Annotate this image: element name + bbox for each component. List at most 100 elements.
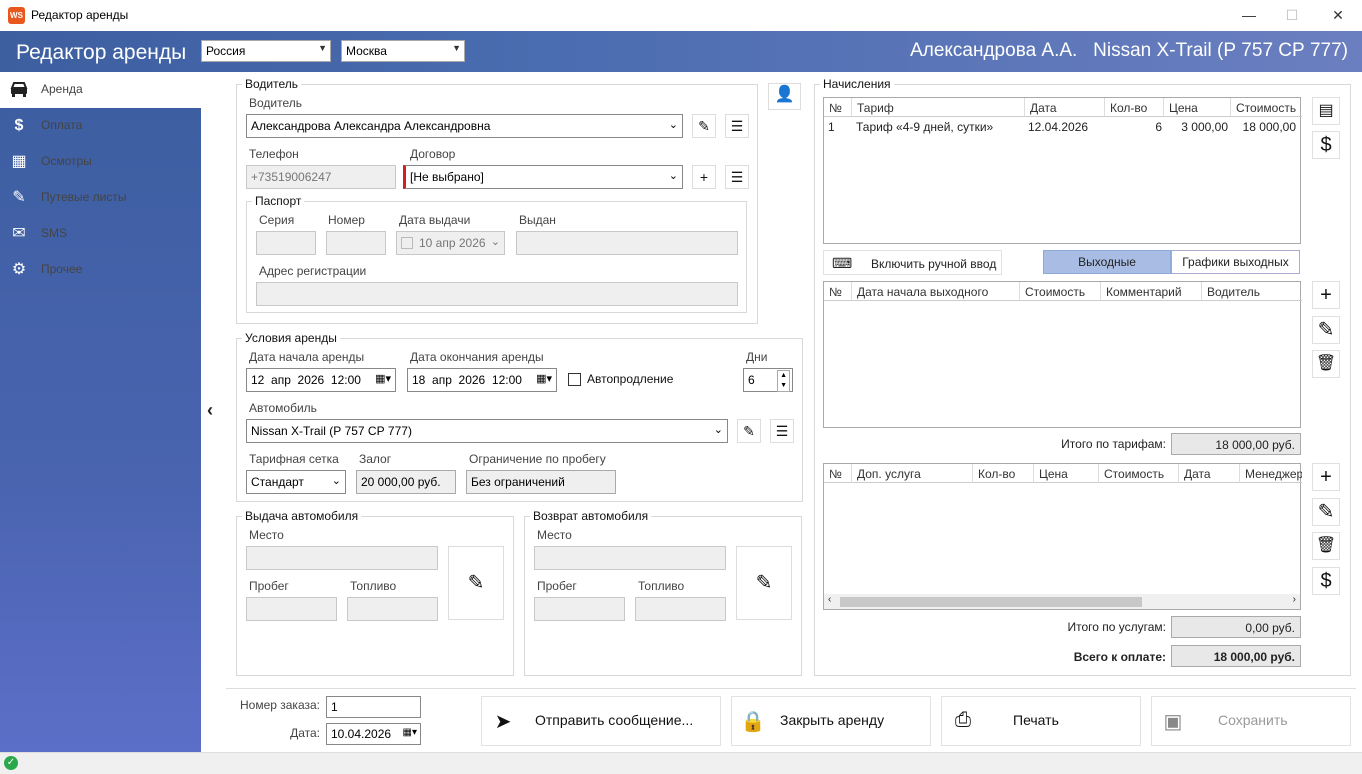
address-field[interactable] (256, 282, 738, 306)
charges-table[interactable]: № Тариф Дата Кол-во Цена Стоимость 1 Тар… (823, 97, 1302, 244)
edit-weekend-button[interactable]: ✎ (1312, 316, 1340, 344)
return-fuel-field[interactable] (635, 597, 726, 621)
sidebar-item-payment[interactable]: $ Оплата (0, 108, 201, 144)
column-header[interactable]: Доп. услуга (852, 464, 973, 483)
driver-select[interactable]: Александрова Александра Александровна ⌄ (246, 114, 683, 138)
send-message-button[interactable]: ➤ Отправить сообщение... (481, 696, 721, 746)
manual-input-button[interactable]: ⌨ Включить ручной ввод (823, 250, 1002, 275)
collapse-sidebar-icon[interactable]: ‹ (207, 400, 213, 421)
issue-mileage-field[interactable] (246, 597, 337, 621)
sidebar-item-label: SMS (41, 226, 68, 240)
car-select[interactable]: Nissan X-Trail (Р 757 СР 777) ⌄ (246, 419, 728, 443)
contract-list-button[interactable]: ☰ (725, 165, 749, 189)
end-date-field[interactable]: 18 апр 2026 12:00 ▦▾ (407, 368, 557, 392)
column-header[interactable]: № (824, 464, 852, 483)
calendar-icon[interactable]: ▦▾ (375, 372, 391, 385)
order-date-field[interactable]: 10.04.2026 ▦▾ (326, 723, 421, 745)
column-header[interactable]: Комментарий (1101, 282, 1202, 301)
calendar-icon[interactable]: ▦▾ (403, 727, 417, 738)
number-field[interactable] (326, 231, 386, 255)
order-number-field[interactable]: 1 (326, 696, 421, 718)
calendar-icon[interactable]: ▦▾ (536, 372, 552, 385)
add-contract-button[interactable]: + (692, 165, 716, 189)
chevron-down-icon: ⌄ (668, 170, 678, 182)
days-label: Дни (746, 350, 768, 364)
return-mileage-field[interactable] (534, 597, 625, 621)
save-button[interactable]: ▣ Сохранить (1151, 696, 1351, 746)
column-header[interactable]: Цена (1034, 464, 1099, 483)
print-button[interactable]: ⎙ Печать (941, 696, 1141, 746)
services-table[interactable]: № Доп. услуга Кол-во Цена Стоимость Дата… (823, 463, 1302, 610)
country-select[interactable]: Россия ▼ (201, 40, 331, 62)
return-place-field[interactable] (534, 546, 726, 570)
autoextend-checkbox[interactable] (568, 373, 581, 386)
add-weekend-button[interactable]: + (1312, 281, 1340, 309)
scrollbar-thumb[interactable] (840, 597, 1142, 607)
scroll-left-icon[interactable]: ‹ (828, 594, 831, 605)
car-icon (8, 80, 30, 100)
issue-fuel-field[interactable] (347, 597, 438, 621)
issued-by-field[interactable] (516, 231, 738, 255)
delete-weekend-button[interactable]: 🗑 (1312, 350, 1340, 378)
passport-title: Паспорт (252, 194, 305, 208)
tariff-grid-select[interactable]: Стандарт ⌄ (246, 470, 346, 494)
table-row[interactable]: 1 Тариф «4-9 дней, сутки» 12.04.2026 6 3… (824, 118, 1300, 136)
mail-icon: ✉ (12, 225, 26, 242)
phone-field[interactable]: +73519006247 (246, 165, 396, 189)
column-header[interactable]: № (824, 282, 852, 301)
horizontal-scrollbar[interactable]: ‹ › (824, 594, 1300, 609)
column-header[interactable]: Дата начала выходного (852, 282, 1020, 301)
sidebar-item-sms[interactable]: ✉ SMS (0, 216, 201, 252)
tab-weekend-schedules[interactable]: Графики выходных (1171, 250, 1300, 274)
sidebar-item-other[interactable]: ⚙ Прочее (0, 252, 201, 288)
car-list-button[interactable]: ☰ (770, 419, 794, 443)
mileage-limit-field[interactable]: Без ограничений (466, 470, 616, 494)
driver-list-button[interactable]: ☰ (725, 114, 749, 138)
add-service-button[interactable]: + (1312, 463, 1340, 491)
days-stepper[interactable]: 6 ▲ ▼ (743, 368, 793, 392)
column-header[interactable]: Дата (1025, 98, 1105, 117)
city-select[interactable]: Москва ▼ (341, 40, 465, 62)
edit-service-button[interactable]: ✎ (1312, 498, 1340, 526)
issue-date-field[interactable]: 10 апр 2026 ⌄ (396, 231, 505, 255)
minimize-button[interactable]: — (1234, 4, 1264, 26)
sidebar-item-rental[interactable]: Аренда (0, 72, 201, 108)
charges-payment-button[interactable]: $ (1312, 131, 1340, 159)
close-button[interactable]: ✕ (1323, 4, 1353, 26)
series-field[interactable] (256, 231, 316, 255)
edit-tariff-button[interactable]: ▤ (1312, 97, 1340, 125)
delete-service-button[interactable]: 🗑 (1312, 532, 1340, 560)
checkbox[interactable] (401, 237, 413, 249)
maximize-button[interactable]: ☐ (1277, 4, 1307, 26)
column-header[interactable]: Менеджер (1240, 464, 1302, 483)
table-cell: 18 000,00 (1242, 120, 1296, 134)
service-payment-button[interactable]: $ (1312, 567, 1340, 595)
edit-driver-button[interactable]: ✎ (692, 114, 716, 138)
sidebar-item-inspections[interactable]: ▦ Осмотры (0, 144, 201, 180)
sidebar-item-waybills[interactable]: ✎ Путевые листы (0, 180, 201, 216)
column-header[interactable]: Водитель (1202, 282, 1302, 301)
column-header[interactable]: Стоимость (1020, 282, 1101, 301)
scroll-right-icon[interactable]: › (1293, 594, 1296, 605)
column-header[interactable]: Кол-во (973, 464, 1034, 483)
edit-return-button[interactable]: ✎ (736, 546, 792, 620)
issue-place-field[interactable] (246, 546, 438, 570)
tab-weekends[interactable]: Выходные (1043, 250, 1171, 274)
column-header[interactable]: Стоимость (1099, 464, 1179, 483)
deposit-field[interactable]: 20 000,00 руб. (356, 470, 456, 494)
edit-issue-button[interactable]: ✎ (448, 546, 504, 620)
weekends-table[interactable]: № Дата начала выходного Стоимость Коммен… (823, 281, 1302, 428)
close-rental-button[interactable]: 🔒 Закрыть аренду (731, 696, 931, 746)
column-header[interactable]: Стоимость (1231, 98, 1302, 117)
waybill-icon: ✎ (12, 189, 26, 206)
column-header[interactable]: Кол-во (1105, 98, 1164, 117)
column-header[interactable]: Тариф (852, 98, 1025, 117)
column-header[interactable]: № (824, 98, 852, 117)
contract-select[interactable]: [Не выбрано] ⌄ (403, 165, 683, 189)
column-header[interactable]: Цена (1164, 98, 1231, 117)
stepper-arrows-icon[interactable]: ▲ ▼ (777, 370, 790, 392)
column-header[interactable]: Дата (1179, 464, 1240, 483)
add-driver-button[interactable]: 👤 (768, 83, 801, 110)
start-date-field[interactable]: 12 апр 2026 12:00 ▦▾ (246, 368, 396, 392)
edit-car-button[interactable]: ✎ (737, 419, 761, 443)
